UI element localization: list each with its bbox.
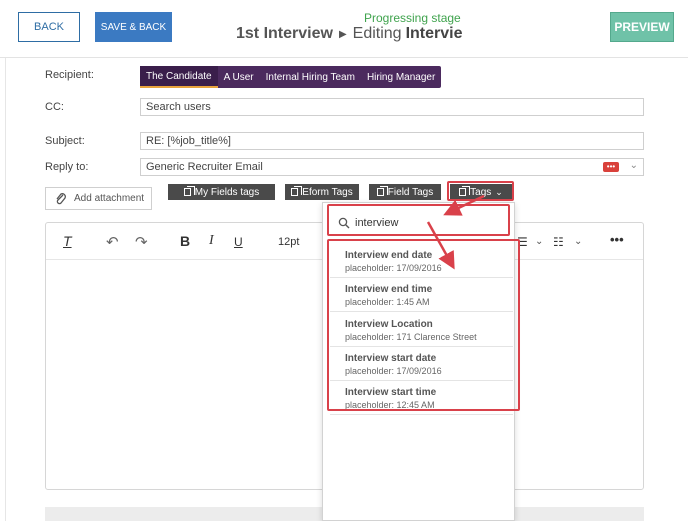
tag-item-title: Interview end date xyxy=(345,250,433,261)
left-divider xyxy=(0,58,6,521)
save-and-back-button[interactable]: SAVE & BACK xyxy=(95,12,172,42)
top-bar: BACK SAVE & BACK Progressing stage 1st I… xyxy=(0,0,688,58)
recipient-tabs: The Candidate A User Internal Hiring Tea… xyxy=(140,66,442,88)
copy-icon xyxy=(376,186,388,196)
eform-tags-label: Eform Tags xyxy=(302,186,353,198)
copy-icon xyxy=(183,186,195,196)
subject-input[interactable]: RE: [%job_title%] xyxy=(140,132,644,150)
tags-dropdown: interview Interview end date placeholder… xyxy=(322,202,515,521)
reply-to-label: Reply to: xyxy=(45,161,89,173)
eform-tags-button[interactable]: Eform Tags xyxy=(285,184,359,200)
breadcrumb-item-stage[interactable]: 1st Interview xyxy=(236,25,333,43)
tag-item-title: Interview end time xyxy=(345,284,433,295)
tag-search-value: interview xyxy=(355,217,399,229)
undo-icon[interactable]: ↶ xyxy=(106,233,119,251)
tag-item[interactable]: Interview end time placeholder: 1:45 AM xyxy=(330,279,513,312)
copy-icon xyxy=(459,186,471,196)
italic-icon[interactable]: I xyxy=(209,233,214,249)
font-size-select[interactable]: 12pt xyxy=(278,236,299,248)
back-button[interactable]: BACK xyxy=(18,12,80,42)
tag-item-title: Interview start time xyxy=(345,387,437,398)
add-attachment-label: Add attachment xyxy=(74,193,145,204)
clear-formatting-icon[interactable]: T xyxy=(63,233,72,249)
caret-right-icon: ▶ xyxy=(338,28,347,40)
tag-item[interactable]: Interview start time placeholder: 12:45 … xyxy=(330,382,513,415)
chevron-down-icon[interactable]: ⌄ xyxy=(574,236,582,247)
breadcrumb: 1st Interview ▶ Editing Intervie xyxy=(236,25,462,43)
add-attachment-button[interactable]: Add attachment xyxy=(45,187,152,210)
bold-icon[interactable]: B xyxy=(180,233,190,249)
tag-item[interactable]: Interview end date placeholder: 17/09/20… xyxy=(330,245,513,278)
field-tags-label: Field Tags xyxy=(387,186,434,198)
search-icon xyxy=(338,217,350,229)
recipient-tab-hiring-manager[interactable]: Hiring Manager xyxy=(361,66,441,88)
reply-to-select[interactable]: Generic Recruiter Email ••• ⌄ xyxy=(140,158,644,176)
tags-button[interactable]: Tags ⌄ xyxy=(450,184,512,200)
recipient-label: Recipient: xyxy=(45,69,94,81)
chevron-down-icon[interactable]: ⌄ xyxy=(630,160,638,171)
subject-label: Subject: xyxy=(45,135,85,147)
recipient-tab-candidate[interactable]: The Candidate xyxy=(140,66,218,88)
breadcrumb-editing: Editing xyxy=(352,25,402,42)
chevron-down-icon: ⌄ xyxy=(495,186,503,197)
breadcrumb-template-name: Intervie xyxy=(405,25,463,42)
tag-item-title: Interview Location xyxy=(345,319,433,330)
tag-item-placeholder: placeholder: 12:45 AM xyxy=(345,400,435,410)
chevron-down-icon[interactable]: ⌄ xyxy=(535,236,543,247)
more-icon[interactable]: ••• xyxy=(610,232,624,247)
tags-label: Tags xyxy=(470,186,492,198)
stage-label: Progressing stage xyxy=(364,11,461,25)
recipient-tab-hiring-team[interactable]: Internal Hiring Team xyxy=(260,66,361,88)
underline-icon[interactable]: U xyxy=(234,235,243,249)
tag-item[interactable]: Interview start date placeholder: 17/09/… xyxy=(330,348,513,381)
tag-item-title: Interview start date xyxy=(345,353,437,364)
reply-to-value: Generic Recruiter Email xyxy=(146,161,263,173)
bullet-list-icon[interactable]: ☰ xyxy=(517,235,528,249)
preview-button[interactable]: PREVIEW xyxy=(610,12,674,42)
cc-search-input[interactable]: Search users xyxy=(140,98,644,116)
tag-item[interactable]: Interview Location placeholder: 171 Clar… xyxy=(330,314,513,347)
numbered-list-icon[interactable]: ☷ xyxy=(553,235,564,249)
tag-item-placeholder: placeholder: 17/09/2016 xyxy=(345,263,442,273)
tag-item-placeholder: placeholder: 1:45 AM xyxy=(345,297,430,307)
cc-label: CC: xyxy=(45,101,64,113)
paperclip-icon xyxy=(56,192,66,204)
tag-search-input[interactable]: interview xyxy=(333,208,509,238)
more-options-icon[interactable]: ••• xyxy=(603,162,619,172)
tag-item-placeholder: placeholder: 17/09/2016 xyxy=(345,366,442,376)
tag-item-placeholder: placeholder: 171 Clarence Street xyxy=(345,332,477,342)
field-tags-button[interactable]: Field Tags xyxy=(369,184,441,200)
copy-icon xyxy=(291,186,303,196)
recipient-tab-user[interactable]: A User xyxy=(218,66,260,88)
redo-icon[interactable]: ↷ xyxy=(135,233,148,251)
my-fields-tags-label: My Fields tags xyxy=(194,186,260,198)
my-fields-tags-button[interactable]: My Fields tags xyxy=(168,184,275,200)
